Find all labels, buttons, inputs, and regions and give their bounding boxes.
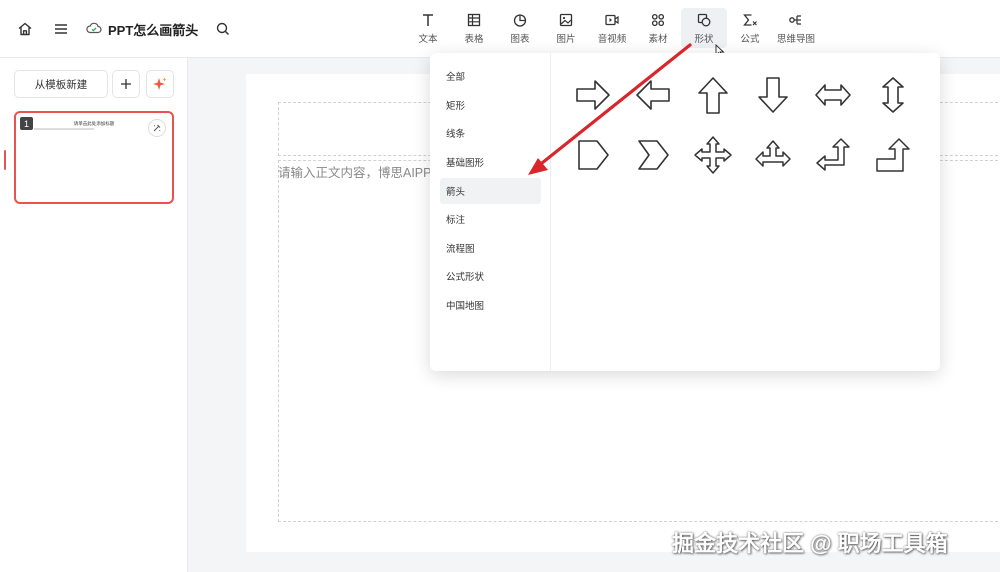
- category-formula-shapes[interactable]: 公式形状: [440, 263, 541, 289]
- new-from-template-button[interactable]: 从模板新建: [14, 70, 108, 98]
- up-arrow-shape[interactable]: [691, 73, 735, 117]
- tool-label: 素材: [648, 34, 668, 45]
- chevron-shape[interactable]: [631, 133, 675, 177]
- tool-label: 图表: [510, 34, 530, 45]
- left-right-arrow-shape[interactable]: [811, 73, 855, 117]
- top-bar: PPT怎么画箭头 文本 表格 图表 图片 音视频 素材 形状 公式 思维导图: [0, 0, 1000, 58]
- up-down-arrow-shape[interactable]: [871, 73, 915, 117]
- category-callout[interactable]: 标注: [440, 206, 541, 232]
- cloud-check-icon: [86, 21, 102, 38]
- toolbar-material[interactable]: 素材: [635, 8, 681, 48]
- sparkle-icon: [153, 77, 167, 90]
- add-slide-button[interactable]: [112, 70, 140, 98]
- toolbar-video[interactable]: 音视频: [589, 8, 635, 48]
- pentagon-arrow-shape[interactable]: [571, 133, 615, 177]
- shape-icon: [697, 13, 711, 27]
- home-icon[interactable]: [14, 18, 36, 40]
- tool-label: 文本: [418, 34, 438, 45]
- search-icon[interactable]: [212, 18, 234, 40]
- ai-rewrite-icon[interactable]: [148, 119, 166, 137]
- tool-label: 表格: [464, 34, 484, 45]
- tool-label: 图片: [556, 34, 576, 45]
- bent-up-arrow-shape[interactable]: [871, 133, 915, 177]
- text-icon: [423, 14, 433, 26]
- material-icon: [651, 13, 665, 27]
- active-slide-marker: [4, 150, 6, 170]
- tool-label: 形状: [694, 34, 714, 45]
- toolbar-table[interactable]: 表格: [451, 8, 497, 48]
- chart-icon: [513, 14, 527, 27]
- category-line[interactable]: 线条: [440, 120, 541, 146]
- bent-up-left-arrow-shape[interactable]: [811, 133, 855, 177]
- video-icon: [605, 14, 619, 26]
- document-title-group[interactable]: PPT怎么画箭头: [86, 20, 198, 39]
- table-icon: [467, 13, 481, 27]
- image-icon: [559, 13, 573, 27]
- tool-label: 思维导图: [776, 34, 815, 45]
- mindmap-icon: [789, 15, 801, 25]
- toolbar-shape[interactable]: 形状: [681, 8, 727, 48]
- menu-icon[interactable]: [50, 18, 72, 40]
- tool-label: 公式: [740, 34, 760, 45]
- toolbar-chart[interactable]: 图表: [497, 8, 543, 48]
- formula-icon: [743, 14, 757, 26]
- category-arrows[interactable]: 箭头: [440, 178, 541, 204]
- category-rectangle[interactable]: 矩形: [440, 92, 541, 118]
- category-all[interactable]: 全部: [440, 63, 541, 89]
- toolbar-mindmap[interactable]: 思维导图: [773, 8, 819, 48]
- left-arrow-shape[interactable]: [631, 73, 675, 117]
- document-title: PPT怎么画箭头: [108, 22, 199, 38]
- slide-panel: 从模板新建 1 请单击此处添加标题: [0, 58, 188, 572]
- body-placeholder-text[interactable]: 请输入正文内容，博思AIPP: [278, 162, 432, 181]
- ai-generate-button[interactable]: [146, 70, 174, 98]
- tool-label: 音视频: [597, 34, 627, 45]
- shape-dropdown: 全部 矩形 线条 基础图形 箭头 标注 流程图 公式形状 中国地图: [430, 53, 940, 371]
- toolbar-formula[interactable]: 公式: [727, 8, 773, 48]
- category-basic-shapes[interactable]: 基础图形: [440, 149, 541, 175]
- left-right-up-arrow-shape[interactable]: [751, 133, 795, 177]
- shape-category-list: 全部 矩形 线条 基础图形 箭头 标注 流程图 公式形状 中国地图: [430, 53, 551, 371]
- thumb-body-line: [34, 128, 94, 130]
- quad-arrow-shape[interactable]: [691, 133, 735, 177]
- toolbar-image[interactable]: 图片: [543, 8, 589, 48]
- category-flowchart[interactable]: 流程图: [440, 235, 541, 261]
- toolbar-text[interactable]: 文本: [405, 8, 451, 48]
- down-arrow-shape[interactable]: [751, 73, 795, 117]
- plus-icon: [121, 79, 131, 89]
- category-china-map[interactable]: 中国地图: [440, 292, 541, 318]
- right-arrow-shape[interactable]: [571, 73, 615, 117]
- insert-toolbar: 文本 表格 图表 图片 音视频 素材 形状 公式 思维导图: [405, 8, 819, 48]
- slide-thumbnail[interactable]: 1 请单击此处添加标题: [14, 111, 174, 204]
- watermark: 掘金技术社区 @ 职场工具箱: [672, 531, 948, 556]
